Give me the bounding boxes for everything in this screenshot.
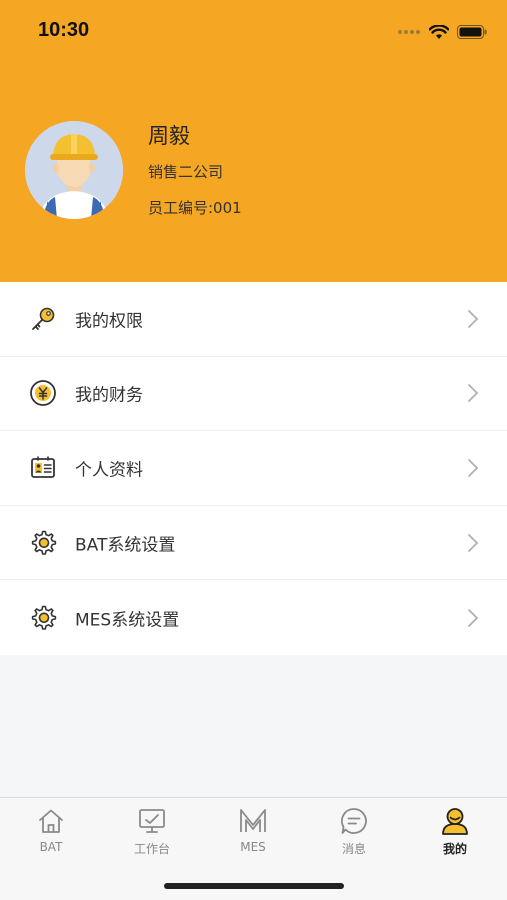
tab-label: 消息 [341,842,366,856]
chat-icon [341,808,367,834]
employee-id: 员工编号:001 [148,199,242,217]
menu-label: 我的权限 [75,311,143,332]
tab-mine[interactable]: 我的 [405,806,505,866]
avatar[interactable] [25,121,123,219]
menu-item-profile[interactable]: 个人资料 [0,431,507,506]
id-card-icon [31,456,55,478]
chevron-right-icon [468,533,479,552]
worker-avatar-icon [25,121,123,219]
tab-mes[interactable]: MES [203,806,303,866]
tab-workbench[interactable]: 工作台 [102,806,202,866]
tab-label: 我的 [442,842,467,856]
tab-label: BAT [39,840,63,854]
user-department: 销售二公司 [148,163,224,181]
menu-item-permissions[interactable]: 我的权限 [0,282,507,357]
menu-item-mes-settings[interactable]: MES系统设置 [0,580,507,655]
home-icon [39,809,63,833]
chevron-right-icon [468,459,479,477]
menu-label: BAT系统设置 [75,535,176,556]
menu-label: 我的财务 [75,385,143,406]
tab-label: 工作台 [133,842,170,856]
status-time: 10:30 [38,19,90,41]
chevron-right-icon [468,384,479,403]
profile-header: 10:30 周毅 销售二公司 员工编号:001 [0,0,507,282]
menu-label: 个人资料 [75,460,143,481]
menu-item-finance[interactable]: 我的财务 [0,357,507,432]
wifi-icon [429,24,449,39]
home-indicator[interactable] [164,883,344,889]
yen-coin-icon [30,380,56,407]
tab-bat[interactable]: BAT [1,806,101,866]
menu-item-bat-settings[interactable]: BAT系统设置 [0,506,507,581]
menu-label: MES系统设置 [75,610,180,631]
gear-icon [31,530,57,555]
tab-label: MES [240,840,266,854]
user-name: 周毅 [148,124,190,148]
status-bar: 10:30 [0,0,507,62]
key-icon [32,307,55,330]
m-icon [240,809,266,832]
chevron-right-icon [468,309,479,328]
signal-icon [398,30,420,34]
tab-messages[interactable]: 消息 [304,806,404,866]
battery-icon [457,25,487,39]
gear-icon [31,605,57,630]
person-icon [442,808,468,835]
monitor-icon [139,809,165,833]
profile-menu: 我的权限 我的财务 个人资料 BAT系统设置 MES系统设置 [0,282,507,655]
chevron-right-icon [468,608,479,627]
status-icons [397,22,487,42]
